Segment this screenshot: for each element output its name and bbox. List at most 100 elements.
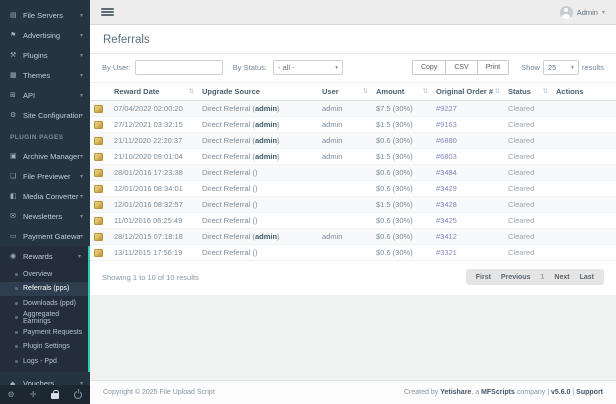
lock-icon[interactable]: [51, 393, 59, 399]
sidebar-item-archive-manager[interactable]: ▣Archive Manager▾: [0, 146, 90, 166]
column-user[interactable]: User⇅: [318, 83, 372, 101]
content-area: Referrals By User: By Status: - all - ▾ …: [90, 25, 616, 380]
cell-status: Cleared: [504, 165, 552, 181]
sidebar-subitem-payment-requests[interactable]: Payment Requests: [0, 325, 88, 340]
show-label: Show: [521, 63, 540, 72]
sidebar-subitem-downloads-ppd[interactable]: Downloads (ppd): [0, 296, 88, 311]
sidebar-item-rewards[interactable]: ◉Rewards▾: [0, 246, 88, 266]
gear-icon[interactable]: ⚙: [8, 391, 15, 399]
money-icon: [94, 201, 103, 209]
sidebar-section-label: PLUGIN PAGES: [0, 125, 90, 146]
cell-user: [318, 213, 372, 229]
cell-original-order[interactable]: #3428: [432, 197, 504, 213]
cell-reward-date: 28/01/2016 17:23:38: [110, 165, 198, 181]
user-menu[interactable]: Admin ▾: [560, 6, 605, 19]
sidebar-subitem-plugin-settings[interactable]: Plugin Settings: [0, 340, 88, 355]
print-button[interactable]: Print: [478, 60, 509, 75]
source-user-link[interactable]: admin: [255, 104, 277, 113]
pagination-1[interactable]: 1: [541, 274, 545, 281]
column-original-order[interactable]: Original Order #⇅: [432, 83, 504, 101]
app-window: ▤File Servers▾⚑Advertising▾⚒Plugins▾▦The…: [0, 0, 616, 404]
sidebar-subitem-logs-ppd[interactable]: Logs - Ppd: [0, 354, 88, 369]
cell-amount: $7.5 (30%): [372, 101, 432, 117]
showing-results-text: Showing 1 to 10 of 10 results: [102, 273, 199, 282]
sidebar-item-advertising[interactable]: ⚑Advertising▾: [0, 25, 90, 45]
show-count-select[interactable]: 25 ▾: [543, 60, 579, 75]
archive-icon: ▣: [10, 152, 23, 160]
pagination-next[interactable]: Next: [554, 274, 569, 281]
table-row: 27/12/2021 03:32:15Direct Referral (admi…: [90, 117, 616, 133]
sidebar-item-themes[interactable]: ▦Themes▾: [0, 65, 90, 85]
cell-original-order[interactable]: #3321: [432, 245, 504, 261]
cell-original-order[interactable]: #3429: [432, 181, 504, 197]
column-upgrade-source[interactable]: Upgrade Source: [198, 83, 318, 101]
cell-original-order[interactable]: #3412: [432, 229, 504, 245]
cell-user: admin: [318, 117, 372, 133]
by-status-select[interactable]: - all - ▾: [273, 60, 343, 75]
cell-upgrade-source: Direct Referral (admin): [198, 101, 318, 117]
cell-user: [318, 181, 372, 197]
power-icon[interactable]: [74, 391, 82, 399]
card-icon: ▭: [10, 232, 23, 240]
cell-upgrade-source: Direct Referral (): [198, 245, 318, 261]
server-icon: ▤: [10, 11, 23, 19]
cell-user: [318, 245, 372, 261]
cell-status: Cleared: [504, 181, 552, 197]
sidebar-item-newsletters[interactable]: ✉Newsletters▾: [0, 206, 90, 226]
chevron-down-icon: ▾: [80, 153, 83, 160]
fullscreen-icon[interactable]: ✛: [30, 391, 37, 399]
sort-icon: ⇅: [423, 87, 428, 95]
credit-link-yetishare[interactable]: Yetishare: [440, 389, 471, 396]
cell-original-order[interactable]: #9227: [432, 101, 504, 117]
sidebar-item-file-servers[interactable]: ▤File Servers▾: [0, 5, 90, 25]
cell-original-order[interactable]: #6803: [432, 149, 504, 165]
source-user-link[interactable]: admin: [255, 120, 277, 129]
sort-icon: ⇅: [189, 87, 194, 95]
source-user-link[interactable]: admin: [255, 152, 277, 161]
sidebar-item-file-previewer[interactable]: ❏File Previewer▾: [0, 166, 90, 186]
csv-button[interactable]: CSV: [446, 60, 477, 75]
cell-reward-date: 21/11/2020 22:20:37: [110, 133, 198, 149]
cell-status: Cleared: [504, 149, 552, 165]
cell-reward-date: 12/01/2016 08:34:01: [110, 181, 198, 197]
copy-button[interactable]: Copy: [412, 60, 446, 75]
credit-link-v5-6-0[interactable]: v5.6.0: [551, 389, 570, 396]
cell-user: admin: [318, 149, 372, 165]
cell-original-order[interactable]: #6880: [432, 133, 504, 149]
pagination-first[interactable]: First: [476, 274, 491, 281]
sidebar-subitem-aggregated-earnings[interactable]: Aggregated Earnings: [0, 311, 88, 326]
cell-actions: [552, 133, 616, 149]
menu-toggle-icon[interactable]: [101, 6, 114, 18]
gear-icon: ⚙: [10, 111, 23, 119]
sidebar-subitem-overview[interactable]: Overview: [0, 267, 88, 282]
source-user-link[interactable]: admin: [255, 136, 277, 145]
sidebar-item-site-configuration[interactable]: ⚙Site Configuration▾: [0, 105, 90, 125]
chevron-down-icon: ▾: [80, 32, 83, 39]
sidebar-item-media-converter[interactable]: ◧Media Converter▾: [0, 186, 90, 206]
chevron-down-icon: ▾: [602, 9, 605, 16]
sidebar-item-plugins[interactable]: ⚒Plugins▾: [0, 45, 90, 65]
credit-link-mfscripts[interactable]: MFScripts: [481, 389, 515, 396]
by-user-input[interactable]: [135, 60, 223, 75]
cell-original-order[interactable]: #3484: [432, 165, 504, 181]
column-status[interactable]: Status⇅: [504, 83, 552, 101]
sidebar-item-api[interactable]: ⊞API▾: [0, 85, 90, 105]
sidebar-subitem-referrals-pps[interactable]: Referrals (pps): [0, 282, 88, 297]
credit-link-support[interactable]: Support: [576, 389, 603, 396]
column-amount[interactable]: Amount⇅: [372, 83, 432, 101]
cell-status: Cleared: [504, 101, 552, 117]
pagination-previous[interactable]: Previous: [501, 274, 531, 281]
cell-actions: [552, 245, 616, 261]
cell-reward-date: 13/11/2015 17:56:19: [110, 245, 198, 261]
page-title: Referrals: [90, 25, 616, 54]
cell-original-order[interactable]: #9163: [432, 117, 504, 133]
api-icon: ⊞: [10, 91, 23, 99]
column-reward-date[interactable]: Reward Date⇅: [110, 83, 198, 101]
source-user-link[interactable]: admin: [255, 232, 277, 241]
sidebar-item-payment-gateways[interactable]: ▭Payment Gateways▾: [0, 226, 90, 246]
pagination-last[interactable]: Last: [580, 274, 594, 281]
export-button-group: CopyCSVPrint: [412, 60, 509, 75]
chevron-down-icon: ▾: [80, 233, 83, 240]
cell-original-order[interactable]: #3425: [432, 213, 504, 229]
envelope-icon: ✉: [10, 212, 23, 220]
